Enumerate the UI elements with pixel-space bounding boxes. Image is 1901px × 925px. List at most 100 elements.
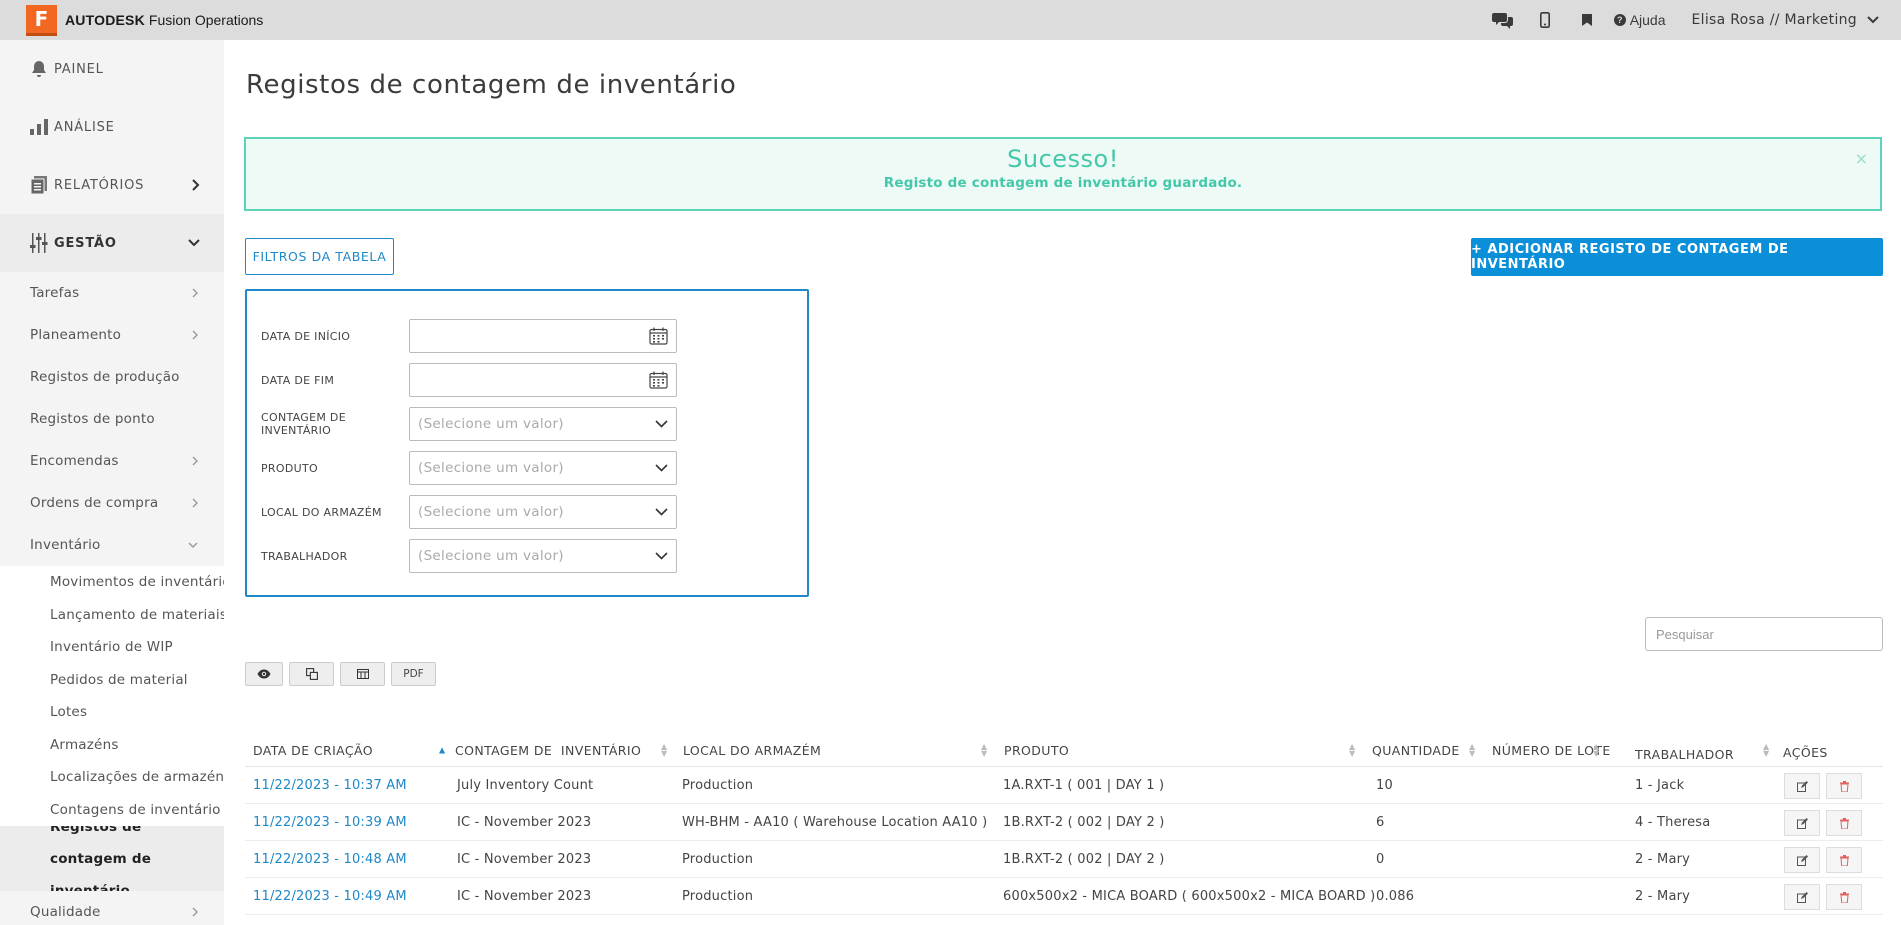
chevron-right-icon [192,456,198,466]
sidebar-item-localizacoes-armazens[interactable]: Localizações de armazéns [0,761,224,794]
calendar-icon[interactable] [649,371,668,389]
chevron-down-icon [655,508,668,516]
filter-label: LOCAL DO ARMAZÉM [261,505,382,519]
csv-export-button[interactable] [340,662,385,686]
delete-button[interactable] [1826,810,1862,836]
chevron-down-icon [655,552,668,560]
column-header-created-date[interactable]: DATA DE CRIAÇÃO [253,733,443,767]
sort-icon[interactable]: ▲ ▼ [661,742,667,757]
filter-label: PRODUTO [261,461,318,475]
edit-icon [1796,817,1808,829]
sidebar-item-label: RELATÓRIOS [54,177,145,193]
sort-icon[interactable]: ▲ ▼ [981,742,987,757]
sidebar-item-relatorios[interactable]: RELATÓRIOS [0,156,224,214]
sidebar-item-painel[interactable]: PAINEL [0,40,224,98]
sidebar-item-encomendas[interactable]: Encomendas [0,440,224,482]
close-icon[interactable]: × [1855,149,1868,168]
column-header-label: TRABALHADOR [1635,746,1734,762]
sidebar-item-label: GESTÃO [54,235,117,251]
chat-icon[interactable] [1482,0,1524,40]
sidebar-item-registos-ponto[interactable]: Registos de ponto [0,398,224,440]
column-header-product[interactable]: PRODUTO [1004,733,1344,767]
pdf-export-button[interactable]: PDF [391,662,436,686]
column-header-quantity[interactable]: QUANTIDADE [1372,733,1482,767]
sidebar-item-gestao[interactable]: GESTÃO [0,214,224,272]
trash-icon [1839,780,1849,792]
filter-label: TRABALHADOR [261,549,348,563]
sidebar-item-ordens-compra[interactable]: Ordens de compra [0,482,224,524]
delete-button[interactable] [1826,847,1862,873]
delete-button[interactable] [1826,884,1862,910]
sidebar-item-movimentos-inventario[interactable]: Movimentos de inventário [0,566,224,599]
toggle-columns-visibility-button[interactable] [245,662,283,686]
copy-icon [305,668,318,680]
column-header-inventory-count[interactable]: CONTAGEM DE INVENTÁRIO [455,733,665,767]
sort-icon[interactable]: ▲ ▼ [1763,742,1769,757]
sidebar-item-lancamento-materiais[interactable]: Lançamento de materiais [0,599,224,632]
chevron-down-icon [188,239,200,247]
sidebar-item-lotes[interactable]: Lotes [0,696,224,729]
edit-button[interactable] [1784,810,1820,836]
delete-button[interactable] [1826,773,1862,799]
filter-row-start-date: DATA DE INÍCIO [247,318,807,354]
inventory-count-cell: IC - November 2023 [457,852,592,867]
sidebar-item-registos-producao[interactable]: Registos de produção [0,356,224,398]
sort-icon[interactable]: ▲ ▼ [1469,742,1475,757]
edit-icon [1796,854,1808,866]
warehouse-location-select[interactable]: (Selecione um valor) [409,495,677,529]
filter-row-worker: TRABALHADOR (Selecione um valor) [247,538,807,574]
sidebar-item-planeamento[interactable]: Planeamento [0,314,224,356]
user-menu[interactable]: Elisa Rosa // Marketing [1692,12,1880,28]
calendar-icon[interactable] [649,327,668,345]
table-filters-button[interactable]: FILTROS DA TABELA [245,238,394,275]
help-link[interactable]: ? Ajuda [1613,12,1666,28]
sidebar-item-inventario-wip[interactable]: Inventário de WIP [0,631,224,664]
sidebar-item-inventario[interactable]: Inventário [0,524,224,566]
created-date-link[interactable]: 11/22/2023 - 10:48 AM [253,841,407,878]
filter-value: (Selecione um valor) [418,504,564,520]
report-icon [28,174,50,196]
sidebar-item-pedidos-material[interactable]: Pedidos de material [0,664,224,697]
add-inventory-count-record-button[interactable]: + ADICIONAR REGISTO DE CONTAGEM DE INVEN… [1471,238,1883,276]
sort-icon[interactable]: ▲ ▼ [1349,742,1355,757]
app-logo[interactable]: F AUTODESK Fusion Operations [26,4,263,36]
product-select[interactable]: (Selecione um valor) [409,451,677,485]
sidebar-item-registos-contagem-inventario[interactable]: Registos de contagem de inventário [0,826,224,891]
sidebar-item-contagens-inventario[interactable]: Contagens de inventário [0,794,224,827]
sidebar-item-qualidade[interactable]: Qualidade [0,891,224,925]
worker-select[interactable]: (Selecione um valor) [409,539,677,573]
inventory-count-select[interactable]: (Selecione um valor) [409,407,677,441]
help-label: Ajuda [1629,12,1666,28]
table-row: 11/22/2023 - 10:39 AM IC - November 2023… [245,804,1883,841]
chevron-right-icon [192,498,198,508]
inventory-records-table: DATA DE CRIAÇÃO ▲ CONTAGEM DE INVENTÁRIO… [245,733,1883,915]
created-date-link[interactable]: 11/22/2023 - 10:49 AM [253,878,407,915]
sidebar-item-label: Tarefas [30,285,80,301]
sidebar-item-tarefas[interactable]: Tarefas [0,272,224,314]
sidebar-item-analise[interactable]: ANÁLISE [0,98,224,156]
start-date-input[interactable] [409,319,677,353]
edit-button[interactable] [1784,884,1820,910]
trash-icon [1839,891,1849,903]
copy-button[interactable] [289,662,334,686]
edit-button[interactable] [1784,773,1820,799]
table-header: DATA DE CRIAÇÃO ▲ CONTAGEM DE INVENTÁRIO… [245,733,1883,767]
created-date-link[interactable]: 11/22/2023 - 10:37 AM [253,767,407,804]
sidebar-item-armazens[interactable]: Armazéns [0,729,224,762]
edit-button[interactable] [1784,847,1820,873]
sort-icon[interactable]: ▲ ▼ [1593,742,1599,757]
sidebar-item-label: Registos de produção [30,369,180,385]
bookmark-icon[interactable] [1566,0,1608,40]
column-header-worker[interactable]: TRABALHADOR [1635,737,1755,771]
chevron-down-icon [188,542,198,548]
quantity-cell: 6 [1376,815,1385,830]
sort-icon[interactable]: ▲ [439,746,445,754]
sidebar-item-label: Qualidade [30,904,101,920]
created-date-link[interactable]: 11/22/2023 - 10:39 AM [253,804,407,841]
quantity-cell: 0 [1376,852,1385,867]
table-toolbar: PDF [245,662,436,686]
search-input[interactable] [1645,617,1883,651]
end-date-input[interactable] [409,363,677,397]
mobile-icon[interactable] [1524,0,1566,40]
column-header-warehouse-location[interactable]: LOCAL DO ARMAZÉM [683,733,983,767]
